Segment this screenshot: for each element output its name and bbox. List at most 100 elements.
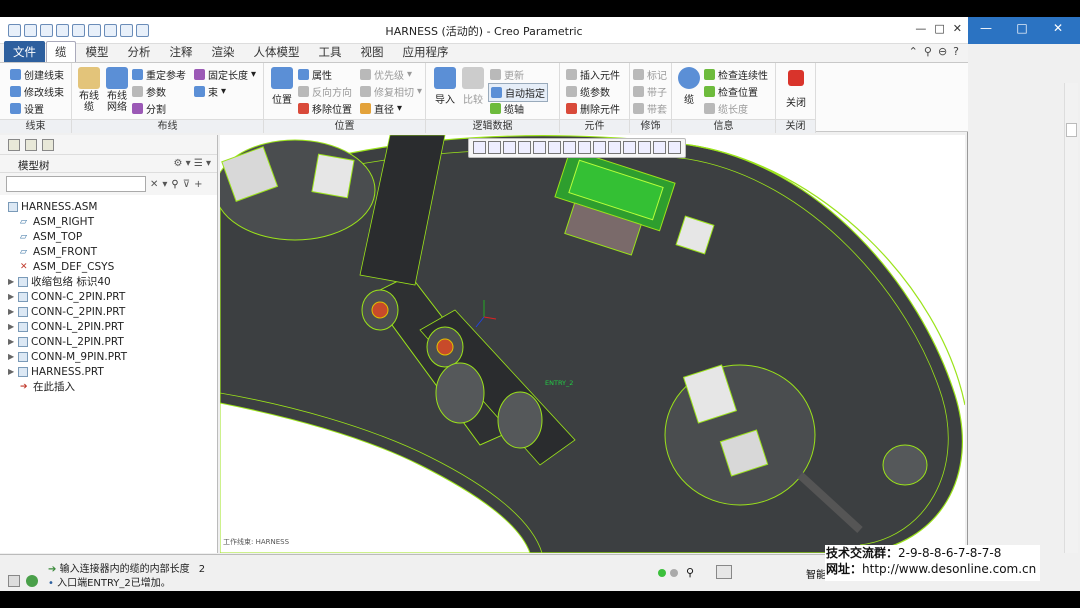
filter-icon[interactable]: ⊽: [183, 179, 190, 190]
tree-item[interactable]: ⏥ ASM_FRONT: [0, 244, 217, 259]
repair-tangent-button[interactable]: 修复相切 ▾: [360, 84, 422, 99]
minimize-button[interactable]: —: [915, 22, 926, 35]
reverse-direction-button[interactable]: 反向方向: [298, 84, 352, 99]
harness-display-icon[interactable]: [653, 141, 666, 154]
expand-arrow-icon[interactable]: ▶: [8, 277, 18, 286]
tab-manikin[interactable]: 人体模型: [245, 41, 309, 62]
community-icon[interactable]: ⊖: [938, 45, 947, 58]
tree-settings-icon[interactable]: ⚙ ▾ ☰ ▾: [173, 158, 211, 169]
tree-item[interactable]: ▶ CONN-L_2PIN.PRT: [0, 334, 217, 349]
cable-params-button[interactable]: 缆参数: [566, 84, 610, 99]
dropdown-icon[interactable]: ▾: [162, 179, 167, 190]
collapse-ribbon-icon[interactable]: ⌃: [909, 45, 918, 58]
route-cable-button[interactable]: 布线缆: [76, 67, 102, 113]
tab-tools[interactable]: 工具: [310, 41, 351, 62]
spin-center-icon[interactable]: [623, 141, 636, 154]
expand-arrow-icon[interactable]: ▶: [8, 307, 18, 316]
location-button[interactable]: 位置: [268, 67, 296, 106]
bg-maximize-button[interactable]: □: [1008, 18, 1036, 38]
saved-views-icon[interactable]: [548, 141, 561, 154]
group-footer-location[interactable]: 位置: [264, 119, 425, 133]
expand-arrow-icon[interactable]: ▶: [8, 352, 18, 361]
tape-button[interactable]: 带子: [633, 84, 667, 99]
fixed-length-button[interactable]: 固定长度 ▾: [194, 67, 256, 82]
group-footer-routing[interactable]: 布线: [72, 119, 263, 133]
tree-item[interactable]: HARNESS.ASM: [0, 199, 217, 214]
properties-button[interactable]: 属性: [298, 67, 332, 82]
setup-button[interactable]: 设置: [10, 101, 44, 116]
expand-arrow-icon[interactable]: ▶: [8, 292, 18, 301]
tab-render[interactable]: 渲染: [203, 41, 244, 62]
add-column-icon[interactable]: +: [194, 179, 202, 190]
help-icon[interactable]: ?: [953, 45, 959, 58]
graphics-window[interactable]: ENTRY_2 工作线束: HARNESS: [220, 135, 965, 553]
zoom-in-icon[interactable]: [488, 141, 501, 154]
bg-close-button[interactable]: ✕: [1044, 18, 1072, 38]
browser-toggle-icon[interactable]: [26, 575, 38, 587]
tab-applications[interactable]: 应用程序: [394, 41, 458, 62]
close-button[interactable]: ✕: [953, 22, 962, 35]
find-icon[interactable]: ⚲: [171, 179, 178, 190]
tree-item[interactable]: ▶ 收缩包络 标识40: [0, 274, 217, 289]
route-network-button[interactable]: 布线网络: [104, 67, 130, 113]
tree-item[interactable]: ✕ ASM_DEF_CSYS: [0, 259, 217, 274]
folder-browser-tab-icon[interactable]: [25, 139, 37, 151]
smart-filter-select[interactable]: 智能: [806, 566, 826, 581]
more-display-icon[interactable]: [668, 141, 681, 154]
model-tree-tab-icon[interactable]: [8, 139, 20, 151]
group-footer-harness[interactable]: 线束: [0, 119, 71, 133]
reref-button[interactable]: 重定参考: [132, 67, 186, 82]
expand-arrow-icon[interactable]: ▶: [8, 337, 18, 346]
tab-view[interactable]: 视图: [352, 41, 393, 62]
update-button[interactable]: 更新: [490, 67, 524, 82]
import-button[interactable]: 导入: [432, 67, 458, 106]
expand-arrow-icon[interactable]: ▶: [8, 367, 18, 376]
cable-info-button[interactable]: 缆: [676, 67, 702, 106]
params-button[interactable]: 参数: [132, 84, 166, 99]
create-harness-button[interactable]: 创建线束: [10, 67, 64, 82]
bundle-button[interactable]: 束 ▾: [194, 84, 226, 99]
expand-arrow-icon[interactable]: ▶: [8, 322, 18, 331]
group-footer-cosmetic[interactable]: 修饰: [630, 119, 671, 133]
close-tab-button[interactable]: 关闭: [782, 67, 810, 109]
sleeve-button[interactable]: 带套: [633, 101, 667, 116]
group-footer-logical[interactable]: 逻辑数据: [426, 119, 559, 133]
tree-item[interactable]: ▶ HARNESS.PRT: [0, 364, 217, 379]
tree-item[interactable]: ▶ CONN-C_2PIN.PRT: [0, 289, 217, 304]
auto-designate-button[interactable]: 自动指定: [488, 83, 548, 102]
search-icon[interactable]: ⚲: [924, 45, 932, 58]
cable-length-button[interactable]: 缆长度: [704, 101, 748, 116]
clear-search-icon[interactable]: ✕: [150, 179, 158, 190]
tab-cable[interactable]: 缆: [46, 41, 76, 62]
remove-location-button[interactable]: 移除位置: [298, 101, 352, 116]
modify-harness-button[interactable]: 修改线束: [10, 84, 64, 99]
view-manager-icon[interactable]: [563, 141, 576, 154]
vertical-scrollbar[interactable]: [1064, 83, 1078, 553]
tree-item[interactable]: ▶ CONN-L_2PIN.PRT: [0, 319, 217, 334]
tree-search-input[interactable]: [6, 176, 146, 192]
annotation-display-icon[interactable]: [608, 141, 621, 154]
tree-item[interactable]: ⏥ ASM_RIGHT: [0, 214, 217, 229]
zoom-out-icon[interactable]: [503, 141, 516, 154]
diameter-button[interactable]: 直径 ▾: [360, 101, 402, 116]
check-continuity-button[interactable]: 检查连续性: [704, 67, 768, 82]
find-tool-icon[interactable]: ⚲: [686, 566, 694, 579]
tab-file[interactable]: 文件: [4, 41, 45, 62]
scroll-thumb[interactable]: [1066, 123, 1077, 137]
tree-item[interactable]: ➔ 在此插入: [0, 379, 217, 394]
group-footer-component[interactable]: 元件: [560, 119, 629, 133]
group-footer-info[interactable]: 信息: [672, 119, 775, 133]
tree-item[interactable]: ▶ CONN-C_2PIN.PRT: [0, 304, 217, 319]
tree-item[interactable]: ▶ CONN-M_9PIN.PRT: [0, 349, 217, 364]
split-button[interactable]: 分割: [132, 101, 166, 116]
cable-axis-button[interactable]: 缆轴: [490, 101, 524, 116]
bg-minimize-button[interactable]: —: [972, 18, 1000, 38]
favorites-tab-icon[interactable]: [42, 139, 54, 151]
perspective-icon[interactable]: [578, 141, 591, 154]
compare-button[interactable]: 比较: [460, 67, 486, 106]
selection-filter-icon[interactable]: [716, 565, 732, 579]
tab-annotate[interactable]: 注释: [161, 41, 202, 62]
datum-display-icon[interactable]: [593, 141, 606, 154]
marker-button[interactable]: 标记: [633, 67, 667, 82]
display-style-icon[interactable]: [533, 141, 546, 154]
